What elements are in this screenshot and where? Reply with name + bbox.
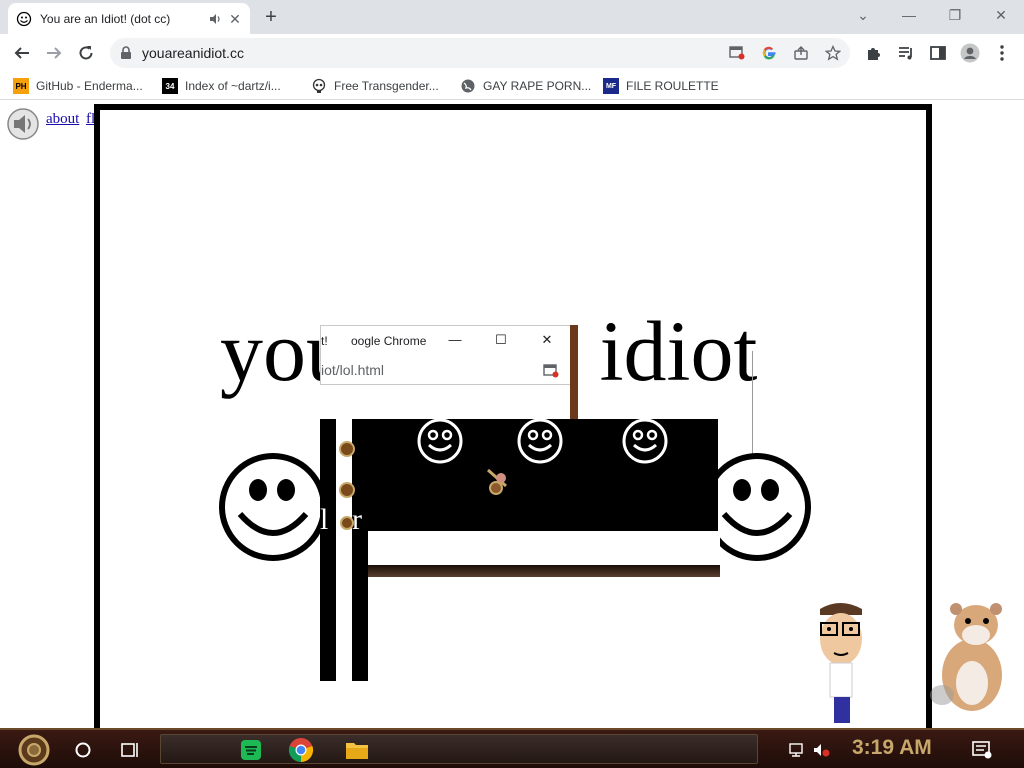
popup-blocked-icon[interactable] [543,364,559,378]
notification-center-button[interactable] [970,734,994,766]
white-strip [368,531,720,565]
speaker-audio-icon[interactable] [208,12,222,26]
small-smiley-icon [517,418,563,464]
extensions-icon[interactable] [864,43,884,63]
hank-hill-character-icon [820,603,862,723]
menu-kebab-icon[interactable] [992,43,1012,63]
animation-frame [94,104,932,728]
popup-title-fragment: t! [321,334,328,348]
back-button[interactable] [10,41,34,65]
browser-toolbar: youareanidiot.cc [0,34,1024,72]
popup-url[interactable]: iot/lol.html [321,362,384,378]
tab-title: You are an Idiot! (dot cc) [40,11,171,26]
volume-muted-icon [814,744,830,757]
bookmark-github[interactable]: PH GitHub - Enderma... [13,77,143,95]
bookmark-label: Index of ~dartz/i... [185,79,281,93]
bookmark-label: GAY RAPE PORN... [483,79,592,93]
side-panel-icon[interactable] [928,43,948,63]
smiley-left-icon [219,453,327,561]
google-icon[interactable] [760,44,778,62]
popup-title: oogle Chrome [351,334,427,348]
forward-button[interactable] [42,41,66,65]
search-circle-icon [75,742,91,758]
tab-strip: You are an Idiot! (dot cc) ✕ + ⌄ — ❐ ✕ [0,0,1024,34]
popup-close-button[interactable]: ✕ [537,332,557,348]
smiley-favicon-icon [16,11,32,26]
bookmark-gay-rape[interactable]: GAY RAPE PORN... [460,77,591,95]
popup-minimize-button[interactable]: — [445,332,465,348]
popup-window[interactable]: t! oogle Chrome — ☐ ✕ iot/lol.html [320,325,578,385]
small-smiley-icon [622,418,668,464]
steampunk-start-orb-icon [18,734,50,766]
bookmark-label: FILE ROULETTE [626,79,719,93]
bookmark-label: GitHub - Enderma... [36,79,143,93]
steampunk-cursor-icon [487,468,507,495]
reload-icon [79,46,93,60]
steampunk-frame-edge [570,325,578,419]
task-view-icon [121,743,138,757]
hamster-icon [930,603,1002,711]
spotify-taskbar-icon[interactable] [236,734,266,766]
chrome-taskbar-icon[interactable] [286,734,316,766]
mf-logo-icon: MF [603,78,619,94]
taskbar-clock[interactable]: 3:19 AM [852,736,932,760]
bookmark-label: Free Transgender... [334,79,439,93]
gear-decoration-icon [339,441,355,530]
tab-close-icon[interactable]: ✕ [228,12,242,26]
profile-avatar-icon[interactable] [960,43,980,63]
skull-icon [312,78,326,93]
notification-icon [972,741,992,759]
reload-button[interactable] [74,41,98,65]
about-link[interactable]: about [46,111,79,128]
text-fragment-left: l [320,503,329,536]
network-tray-icon[interactable] [786,734,808,766]
bookmark-star-icon[interactable] [824,44,842,62]
tab-search-button[interactable]: ⌄ [840,4,886,26]
start-button[interactable] [12,734,56,766]
folder-icon [346,743,368,759]
task-view-button[interactable] [118,734,144,766]
spotify-icon [241,740,261,760]
bookmark-free-transgender[interactable]: Free Transgender... [311,77,439,95]
speaker-icon[interactable] [6,107,40,141]
bookmarks-bar: PH GitHub - Enderma... 34 Index of ~dart… [0,72,1024,100]
new-tab-button[interactable]: + [260,6,282,28]
taskbar: 3:19 AM [0,728,1024,768]
ph-logo-icon: PH [13,78,29,94]
active-tab[interactable]: You are an Idiot! (dot cc) ✕ [8,3,250,34]
popup-url-fragment: iot [321,362,336,378]
bookmark-file-roulette[interactable]: MF FILE ROULETTE [603,77,719,95]
media-control-icon[interactable] [896,43,916,63]
url-text[interactable]: youareanidiot.cc [142,45,244,61]
popup-blocked-icon[interactable] [728,44,746,62]
web-page: about flash you are an idiot t! oogle Ch… [0,101,1024,728]
restore-button[interactable]: ❐ [932,4,978,26]
back-arrow-icon [14,47,29,59]
small-smiley-icon [417,418,463,464]
share-icon[interactable] [792,44,810,62]
file-explorer-taskbar-icon[interactable] [342,734,372,766]
bookmark-index-dartz[interactable]: 34 Index of ~dartz/i... [162,77,281,95]
network-icon [789,743,803,757]
r34-logo-icon: 34 [162,78,178,94]
black-bar-left [320,419,336,681]
volume-tray-icon[interactable] [810,734,832,766]
close-window-button[interactable]: ✕ [978,4,1024,26]
lock-icon[interactable] [120,46,132,60]
globe-icon [461,79,475,93]
minimize-button[interactable]: — [886,4,932,26]
shadow-strip [368,565,720,577]
address-bar[interactable]: youareanidiot.cc [110,38,850,68]
search-button[interactable] [70,734,96,766]
chrome-icon [288,738,314,763]
popup-maximize-button[interactable]: ☐ [491,332,511,348]
popup-url-path: /lol.html [335,362,385,378]
forward-arrow-icon [47,47,62,59]
